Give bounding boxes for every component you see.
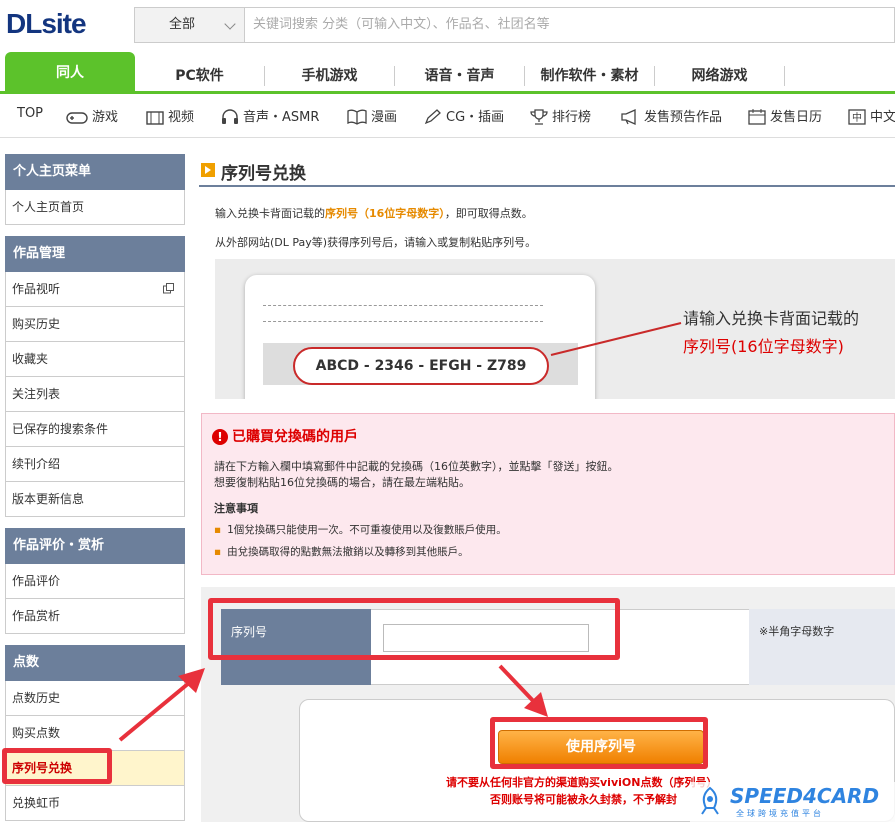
watermark: SPEED4CARD 全球跨境充值平台 bbox=[690, 782, 895, 822]
watermark-tagline: 全球跨境充值平台 bbox=[736, 809, 824, 818]
arrow-line bbox=[498, 664, 540, 708]
watermark-brand: SPEED4CARD bbox=[730, 784, 880, 808]
arrow-line bbox=[118, 676, 197, 742]
rocket-icon bbox=[701, 786, 719, 815]
annotation-arrows bbox=[118, 664, 548, 742]
